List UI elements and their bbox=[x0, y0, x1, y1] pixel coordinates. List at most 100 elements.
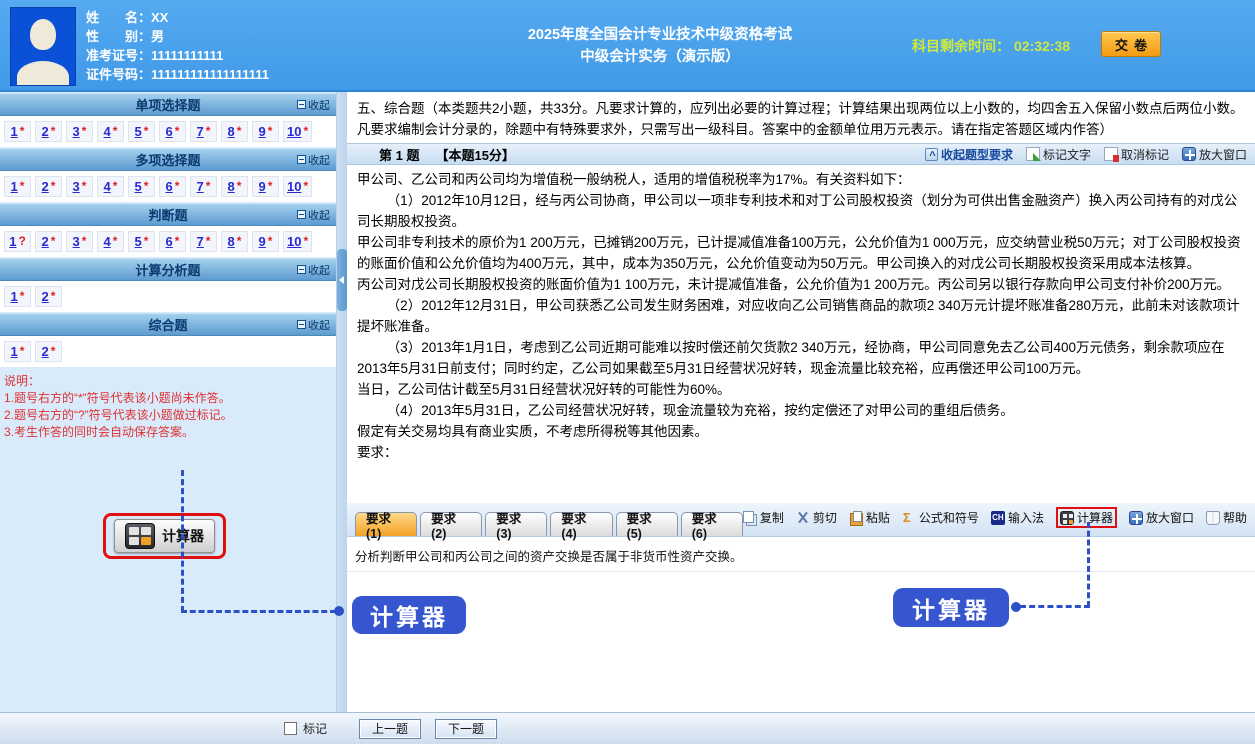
collapse-toggle[interactable]: 收起 bbox=[297, 314, 330, 335]
band-tool-label: 标记文字 bbox=[1043, 146, 1091, 163]
mark-checkbox[interactable] bbox=[284, 722, 297, 735]
question-number-link[interactable]: 3* bbox=[66, 231, 93, 252]
collapse-toggle[interactable]: 收起 bbox=[297, 149, 330, 170]
toolbar-button[interactable]: 放大窗口 bbox=[1129, 509, 1194, 526]
question-number: 2 bbox=[42, 344, 49, 359]
question-number-link[interactable]: 5* bbox=[128, 121, 155, 142]
question-number-link[interactable]: 7* bbox=[190, 231, 217, 252]
question-number-link[interactable]: 1? bbox=[4, 231, 31, 252]
toolbar-button[interactable]: 帮助 bbox=[1206, 509, 1247, 526]
question-number-link[interactable]: 2* bbox=[35, 176, 62, 197]
submit-paper-button[interactable]: 交卷 bbox=[1101, 31, 1161, 57]
section-title: 单项选择题 bbox=[0, 95, 336, 114]
question-number-link[interactable]: 9* bbox=[252, 231, 279, 252]
question-number-link[interactable]: 4* bbox=[97, 121, 124, 142]
sidebar-collapse-handle[interactable] bbox=[337, 249, 347, 311]
question-number-link[interactable]: 6* bbox=[159, 231, 186, 252]
question-status-mark: ? bbox=[18, 234, 25, 248]
question-number-link[interactable]: 4* bbox=[97, 231, 124, 252]
question-number-link[interactable]: 3* bbox=[66, 176, 93, 197]
toolbar-button[interactable]: 粘贴 bbox=[849, 509, 890, 526]
toolbar-button-label: 粘贴 bbox=[866, 509, 890, 526]
requirement-tab[interactable]: 要求(5) bbox=[616, 512, 678, 536]
requirement-tab[interactable]: 要求(1) bbox=[355, 512, 417, 536]
gender-value: 男 bbox=[151, 29, 164, 44]
band-tool-label: 收起题型要求 bbox=[941, 146, 1013, 163]
requirement-tab[interactable]: 要求(3) bbox=[485, 512, 547, 536]
toolbar-button[interactable]: 剪切 bbox=[796, 509, 837, 526]
requirement-tab[interactable]: 要求(2) bbox=[420, 512, 482, 536]
question-number-link[interactable]: 3* bbox=[66, 121, 93, 142]
question-number-link[interactable]: 9* bbox=[252, 121, 279, 142]
question-number-link[interactable]: 9* bbox=[252, 176, 279, 197]
section-calculation: 计算分析题 收起 1*2* bbox=[0, 258, 336, 312]
question-number-list: 1*2*3*4*5*6*7*8*9*10* bbox=[0, 171, 336, 202]
next-question-button[interactable]: 下一题 bbox=[435, 719, 497, 739]
band-tool-button[interactable]: 标记文字 bbox=[1026, 146, 1091, 163]
question-number-link[interactable]: 2* bbox=[35, 341, 62, 362]
question-number-list: 1*2* bbox=[0, 336, 336, 367]
question-number-link[interactable]: 10* bbox=[283, 121, 312, 142]
question-status-mark: * bbox=[20, 179, 25, 193]
calculator-button[interactable]: 计算器 bbox=[114, 519, 215, 553]
question-number-link[interactable]: 7* bbox=[190, 121, 217, 142]
section-header: 单项选择题 收起 bbox=[0, 93, 336, 116]
section-header: 综合题 收起 bbox=[0, 313, 336, 336]
question-paragraph: （2）2012年12月31日，甲公司获悉乙公司发生财务困难，对应收向乙公司销售商… bbox=[357, 295, 1245, 337]
collapse-toggle[interactable]: 收起 bbox=[297, 94, 330, 115]
question-number-link[interactable]: 6* bbox=[159, 176, 186, 197]
question-number-link[interactable]: 8* bbox=[221, 121, 248, 142]
requirement-tab[interactable]: 要求(6) bbox=[681, 512, 743, 536]
question-number-link[interactable]: 2* bbox=[35, 231, 62, 252]
collapse-toggle[interactable]: 收起 bbox=[297, 259, 330, 280]
question-number-link[interactable]: 2* bbox=[35, 286, 62, 307]
question-paragraph: 要求： bbox=[357, 442, 1245, 463]
question-number-title: 第 1 题 bbox=[379, 145, 419, 164]
toolbar-button-label: 复制 bbox=[760, 509, 784, 526]
question-status-mark: * bbox=[113, 179, 118, 193]
question-number: 4 bbox=[104, 234, 111, 249]
question-number-link[interactable]: 7* bbox=[190, 176, 217, 197]
question-number: 9 bbox=[259, 179, 266, 194]
question-number-link[interactable]: 10* bbox=[283, 176, 312, 197]
question-number-link[interactable]: 4* bbox=[97, 176, 124, 197]
toolbar-button[interactable]: 输入法 bbox=[991, 509, 1044, 526]
section-single-choice: 单项选择题 收起 1*2*3*4*5*6*7*8*9*10* bbox=[0, 93, 336, 147]
question-number: 4 bbox=[104, 179, 111, 194]
collapse-toggle[interactable]: 收起 bbox=[297, 204, 330, 225]
question-number-link[interactable]: 5* bbox=[128, 176, 155, 197]
toolbar-button-icon bbox=[743, 511, 757, 525]
question-number: 3 bbox=[73, 179, 80, 194]
question-number-link[interactable]: 6* bbox=[159, 121, 186, 142]
question-number: 1 bbox=[11, 344, 18, 359]
question-number-link[interactable]: 1* bbox=[4, 176, 31, 197]
question-number-link[interactable]: 8* bbox=[221, 231, 248, 252]
question-number-link[interactable]: 1* bbox=[4, 121, 31, 142]
band-tool-button[interactable]: 收起题型要求 bbox=[925, 146, 1013, 163]
question-number: 3 bbox=[73, 234, 80, 249]
question-number-link[interactable]: 5* bbox=[128, 231, 155, 252]
question-number-link[interactable]: 8* bbox=[221, 176, 248, 197]
admission-no-value: 11111111111 bbox=[151, 48, 223, 63]
toolbar-button[interactable]: 复制 bbox=[743, 509, 784, 526]
question-status-mark: * bbox=[175, 234, 180, 248]
section-true-false: 判断题 收起 1?2*3*4*5*6*7*8*9*10* bbox=[0, 203, 336, 257]
question-number: 3 bbox=[73, 124, 80, 139]
previous-question-button[interactable]: 上一题 bbox=[359, 719, 421, 739]
question-status-mark: * bbox=[303, 234, 308, 248]
remaining-time: 科目剩余时间：02:32:38 bbox=[912, 36, 1070, 56]
photo-silhouette-torso bbox=[17, 61, 69, 86]
mark-checkbox-label: 标记 bbox=[303, 720, 327, 737]
question-number-link[interactable]: 1* bbox=[4, 286, 31, 307]
question-status-mark: * bbox=[237, 124, 242, 138]
question-number-link[interactable]: 10* bbox=[283, 231, 312, 252]
requirement-tab[interactable]: 要求(4) bbox=[550, 512, 612, 536]
toolbar-button[interactable]: 公式和符号 bbox=[902, 509, 979, 526]
answer-area[interactable] bbox=[347, 572, 1255, 722]
question-number-link[interactable]: 2* bbox=[35, 121, 62, 142]
question-number-link[interactable]: 1* bbox=[4, 341, 31, 362]
question-status-mark: * bbox=[268, 124, 273, 138]
question-status-mark: * bbox=[237, 179, 242, 193]
band-tool-button[interactable]: 取消标记 bbox=[1104, 146, 1169, 163]
band-tool-button[interactable]: 放大窗口 bbox=[1182, 146, 1247, 163]
